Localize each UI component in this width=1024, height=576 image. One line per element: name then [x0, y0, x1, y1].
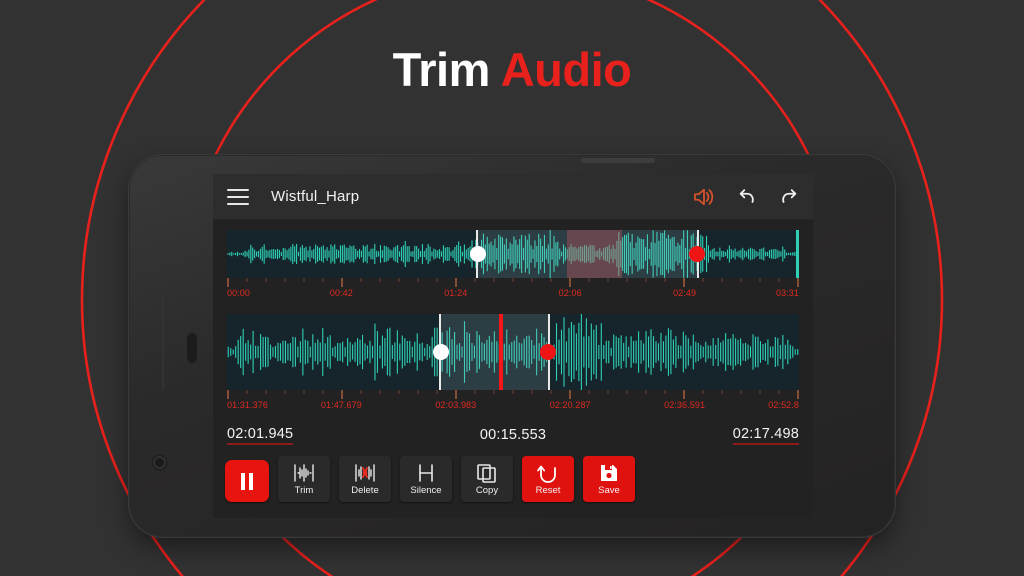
editor-toolbar: Trim Delete Silence	[225, 456, 801, 502]
reset-circular-arrow-icon	[536, 462, 560, 484]
pause-icon	[241, 473, 253, 490]
selection-start-time[interactable]: 02:01.945	[227, 426, 293, 445]
copy-button-label: Copy	[476, 486, 498, 496]
speaker-volume-icon[interactable]	[693, 187, 715, 207]
ruler-label: 02:03.983	[435, 400, 476, 410]
detail-waveform[interactable]	[227, 314, 799, 390]
overview-waveform-graphic	[227, 230, 799, 278]
copy-button[interactable]: Copy	[461, 456, 513, 502]
ruler-label: 01:24	[444, 288, 467, 298]
hamburger-menu-icon[interactable]	[227, 189, 249, 205]
phone-screen: Wistful_Harp	[213, 174, 813, 518]
phone-volume-button[interactable]	[187, 333, 197, 363]
delete-waveform-icon	[350, 462, 380, 484]
ruler-label: 02:49	[673, 288, 696, 298]
detail-playhead[interactable]	[499, 314, 503, 390]
app-title: Wistful_Harp	[271, 188, 359, 205]
ruler-label: 03:31	[776, 288, 799, 298]
page-title-white: Trim	[393, 43, 501, 96]
detail-ruler-ticks	[227, 390, 799, 399]
detail-waveform-graphic	[227, 314, 799, 390]
overview-waveform[interactable]	[227, 230, 799, 278]
redo-arrow-icon[interactable]	[779, 187, 799, 206]
ruler-label: 02:20.287	[550, 400, 591, 410]
phone-camera-lens	[153, 456, 166, 469]
phone-side-seam	[162, 295, 164, 390]
trim-button[interactable]: Trim	[278, 456, 330, 502]
app-bar: Wistful_Harp	[213, 174, 813, 220]
detail-time-ruler: 01:31.376 01:47.679 02:03.983 02:20.287 02:3…	[227, 390, 799, 416]
ruler-label: 00:00	[227, 288, 250, 298]
ruler-label: 02:06	[559, 288, 582, 298]
overview-end-marker	[796, 230, 799, 278]
waveform-area: 00:00 00:42 01:24 02:06 02:49 03:31 01:31.376…	[213, 230, 813, 502]
page-title-red: Audio	[501, 43, 632, 96]
page-title: Trim Audio	[0, 46, 1024, 93]
time-readout-row: 02:01.945 00:15.553 02:17.498	[227, 424, 799, 446]
overview-ruler-ticks	[227, 278, 799, 287]
pause-button[interactable]	[225, 460, 269, 502]
delete-button[interactable]: Delete	[339, 456, 391, 502]
trim-button-label: Trim	[295, 486, 314, 496]
silence-button-label: Silence	[410, 486, 441, 496]
trim-waveform-icon	[289, 462, 319, 484]
detail-ruler-labels: 01:31.376 01:47.679 02:03.983 02:20.287 02:3…	[227, 400, 799, 414]
ruler-label: 02:52.8	[768, 400, 799, 410]
reset-button[interactable]: Reset	[522, 456, 574, 502]
save-button[interactable]: Save	[583, 456, 635, 502]
selection-duration-time: 00:15.553	[480, 427, 546, 443]
undo-arrow-icon[interactable]	[737, 187, 757, 206]
overview-ruler-labels: 00:00 00:42 01:24 02:06 02:49 03:31	[227, 288, 799, 302]
phone-power-button[interactable]	[134, 240, 138, 262]
save-floppy-disk-icon	[598, 462, 620, 484]
ruler-label: 01:31.376	[227, 400, 268, 410]
copy-icon	[474, 462, 500, 484]
overview-time-ruler: 00:00 00:42 01:24 02:06 02:49 03:31	[227, 278, 799, 304]
reset-button-label: Reset	[536, 486, 561, 496]
selection-end-time[interactable]: 02:17.498	[733, 426, 799, 445]
save-button-label: Save	[598, 486, 620, 496]
phone-earpiece-speaker	[581, 158, 655, 163]
silence-button[interactable]: Silence	[400, 456, 452, 502]
delete-button-label: Delete	[351, 486, 378, 496]
silence-icon	[411, 462, 441, 484]
phone-device-frame: Wistful_Harp	[129, 155, 895, 537]
ruler-label: 00:42	[330, 288, 353, 298]
ruler-label: 02:36.591	[664, 400, 705, 410]
ruler-label: 01:47.679	[321, 400, 362, 410]
